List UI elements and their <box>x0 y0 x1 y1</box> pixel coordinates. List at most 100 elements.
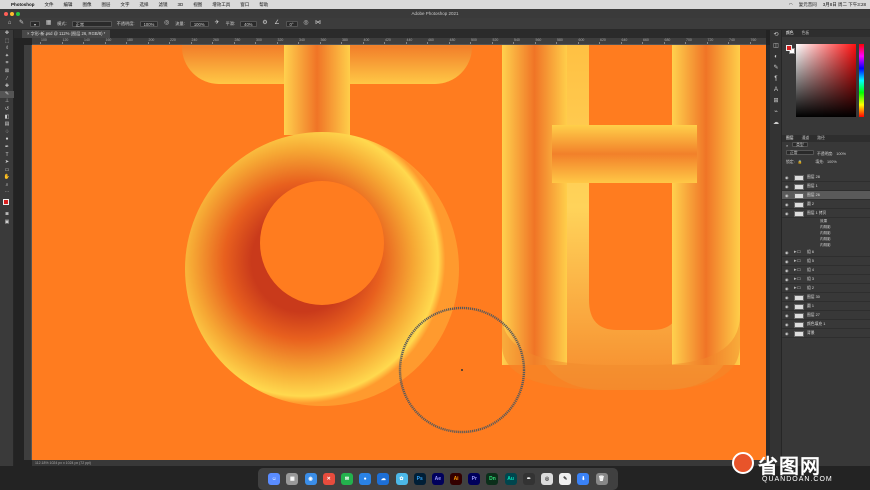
menu-image[interactable]: 图像 <box>83 2 92 8</box>
visibility-eye-icon[interactable]: ◉ <box>785 329 789 338</box>
libraries-panel-icon[interactable]: ☁ <box>770 118 782 129</box>
visibility-eye-icon[interactable]: ◉ <box>785 311 789 320</box>
visibility-eye-icon[interactable]: ◉ <box>785 173 789 182</box>
layer-row[interactable]: ◉ 图层 28 <box>782 173 870 182</box>
menubar-input-status[interactable]: 复元音同 <box>799 2 817 8</box>
layer-row[interactable]: ◉ 图层 30 <box>782 293 870 302</box>
menu-3d[interactable]: 3D <box>178 2 184 7</box>
menu-select[interactable]: 选择 <box>140 2 149 8</box>
marquee-tool-icon[interactable]: ⬚ <box>0 38 14 46</box>
history-brush-tool-icon[interactable]: ↺ <box>0 106 14 114</box>
symmetry-icon[interactable]: ⋈ <box>315 20 322 27</box>
menu-plugins[interactable]: 增效工具 <box>212 2 230 8</box>
visibility-eye-icon[interactable]: ◉ <box>785 191 789 200</box>
menu-help[interactable]: 帮助 <box>259 2 268 8</box>
flow-field[interactable]: 100% <box>189 20 209 27</box>
opacity-field[interactable]: 100% <box>139 20 159 27</box>
color-picker-field[interactable] <box>796 44 856 117</box>
layer-row[interactable]: ◉ 图层 27 <box>782 311 870 320</box>
downloads-folder-icon[interactable]: ⬇ <box>577 473 590 485</box>
layer-row[interactable]: ◉ 圆 2 <box>782 200 870 209</box>
pressure-size-icon[interactable]: ◎ <box>303 20 310 27</box>
close-window-button[interactable] <box>4 11 8 16</box>
audition-icon[interactable]: Au <box>504 473 517 485</box>
tab-channels[interactable]: 通道 <box>802 135 810 142</box>
lasso-tool-icon[interactable]: ℓ <box>0 45 14 53</box>
layer-group-row[interactable]: ◉ ▸▭ 组 5 <box>782 257 870 266</box>
dodge-tool-icon[interactable]: ● <box>0 136 14 144</box>
brush-tool-icon[interactable]: ✎ <box>0 90 14 99</box>
clone-stamp-tool-icon[interactable]: ⊥ <box>0 98 14 106</box>
safari-icon[interactable]: ◎ <box>541 473 553 485</box>
brush-settings-icon[interactable]: ▦ <box>45 20 52 27</box>
photoshop-icon[interactable]: Ps <box>413 473 426 485</box>
zoom-tool-icon[interactable]: ⌕ <box>0 182 14 190</box>
menu-type[interactable]: 文字 <box>121 2 130 8</box>
visibility-eye-icon[interactable]: ◉ <box>785 182 789 191</box>
more-tools-icon[interactable]: ⋯ <box>0 189 14 197</box>
launchpad-icon[interactable]: ▦ <box>286 473 299 485</box>
menu-filter[interactable]: 滤镜 <box>159 2 168 8</box>
layer-row[interactable]: ◉ 背景 <box>782 329 870 338</box>
canvas[interactable] <box>32 45 766 460</box>
screen-mode-icon[interactable]: ▣ <box>0 219 14 227</box>
foreground-color-swatch[interactable] <box>3 199 9 206</box>
layer-group-row[interactable]: ◉ ▸▭ 组 4 <box>782 266 870 275</box>
airbrush-icon[interactable]: ✈ <box>214 20 221 27</box>
document-tab[interactable]: × 字形-新.psd @ 112% (图层 26, RGB/8) * <box>22 30 111 38</box>
photos-icon[interactable]: ✿ <box>395 473 408 485</box>
move-tool-icon[interactable]: ✥ <box>0 30 14 38</box>
brush-size-picker[interactable]: ▾ <box>30 20 41 27</box>
home-icon[interactable]: ⌂ <box>6 20 13 27</box>
menu-layer[interactable]: 图层 <box>102 2 111 8</box>
layer-row[interactable]: ◉ 颜色填充 1 <box>782 320 870 329</box>
layer-row[interactable]: ◉ 图层 1 拷贝 <box>782 209 870 218</box>
blend-mode-dropdown[interactable]: 正常 <box>786 150 814 155</box>
tab-swatches[interactable]: 色板 <box>802 30 810 37</box>
healing-brush-tool-icon[interactable]: ✚ <box>0 83 14 91</box>
adjustments-panel-icon[interactable]: ◐ <box>770 52 782 63</box>
zoom-window-button[interactable] <box>16 11 20 16</box>
dimension-icon[interactable]: Dn <box>486 473 499 485</box>
trash-icon[interactable]: 🗑 <box>595 473 608 485</box>
gear-icon[interactable]: ⚙ <box>262 20 269 27</box>
color-swatches[interactable] <box>0 197 14 211</box>
layer-row[interactable]: ◉ 圆 1 <box>782 302 870 311</box>
mode-dropdown[interactable]: 正常 <box>71 20 112 27</box>
fill-value[interactable]: 100% <box>827 158 837 166</box>
layer-group-row[interactable]: ◉ ▸▭ 组 6 <box>782 248 870 257</box>
menu-view[interactable]: 视图 <box>193 2 202 8</box>
frame-tool-icon[interactable]: ⊠ <box>0 68 14 76</box>
hue-slider[interactable] <box>859 44 864 117</box>
finder-icon[interactable]: ☺ <box>268 473 281 485</box>
brush-preset-icon[interactable]: ✎ <box>18 20 25 27</box>
eyedropper-tool-icon[interactable]: ⁄ <box>0 76 14 84</box>
quick-mask-icon[interactable]: ◙ <box>0 211 14 219</box>
visibility-eye-icon[interactable]: ◉ <box>785 293 789 302</box>
menu-window[interactable]: 窗口 <box>240 2 249 8</box>
illustrator-icon[interactable]: Ai <box>450 473 463 485</box>
layer-opacity-value[interactable]: 100% <box>836 150 846 158</box>
pen-app-icon[interactable]: ✒ <box>522 473 535 485</box>
kind-filter-dropdown[interactable]: 类型 <box>792 142 808 147</box>
visibility-eye-icon[interactable]: ◉ <box>785 266 789 275</box>
paths-panel-icon[interactable]: ⌁ <box>770 107 782 118</box>
pen-tool-icon[interactable]: ✒ <box>0 144 14 152</box>
xmind-icon[interactable]: ✕ <box>322 473 335 485</box>
properties-panel-icon[interactable]: ◫ <box>770 41 782 52</box>
menu-app-name[interactable]: Photoshop <box>11 2 35 7</box>
tab-paths[interactable]: 路径 <box>817 135 825 142</box>
chrome-icon[interactable]: ◉ <box>304 473 317 485</box>
visibility-eye-icon[interactable]: ◉ <box>785 200 789 209</box>
visibility-eye-icon[interactable]: ◉ <box>785 320 789 329</box>
gradient-tool-icon[interactable]: ▤ <box>0 121 14 129</box>
layer-group-row[interactable]: ◉ ▸▭ 组 3 <box>782 275 870 284</box>
angle-field[interactable]: 0° <box>285 20 298 27</box>
textedit-icon[interactable]: ✎ <box>559 473 572 485</box>
layer-row[interactable]: ◉ 图层 26 <box>782 191 870 200</box>
hand-tool-icon[interactable]: ✋ <box>0 174 14 182</box>
menubar-clock[interactable]: 3月8日 周二 下午3:28 <box>823 2 866 8</box>
tab-layers[interactable]: 图层 <box>786 135 794 142</box>
visibility-eye-icon[interactable]: ◉ <box>785 275 789 284</box>
wechat-icon[interactable]: ✉ <box>340 473 353 485</box>
